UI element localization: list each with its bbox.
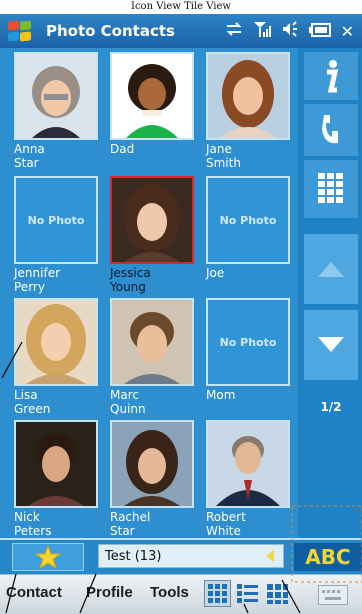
title-bar: Photo Contacts ✕ xyxy=(0,14,362,48)
contact-name: Jane Smith xyxy=(206,142,241,170)
battery-icon[interactable] xyxy=(308,22,331,41)
contact-name: Joe xyxy=(206,266,225,280)
contact-name: Dad xyxy=(110,142,135,156)
phone-icon xyxy=(322,115,338,144)
call-button[interactable] xyxy=(304,104,358,156)
info-icon xyxy=(327,60,339,93)
close-button[interactable]: ✕ xyxy=(341,22,354,41)
no-photo-placeholder[interactable]: No Photo xyxy=(14,176,98,264)
contact-tile[interactable]: No Photo Joe xyxy=(206,176,292,280)
contact-tile[interactable]: No Photo Jennifer Perry xyxy=(14,176,100,294)
speaker-icon[interactable] xyxy=(281,21,299,41)
dialpad-icon xyxy=(318,173,343,203)
contact-photo[interactable] xyxy=(110,176,194,264)
contact-tile[interactable]: Jane Smith xyxy=(206,52,292,170)
contact-tile[interactable]: Anna Star xyxy=(14,52,100,170)
arrow-up-icon xyxy=(318,262,344,277)
contact-name: Anna Star xyxy=(14,142,45,170)
contact-tile[interactable]: Dad xyxy=(110,52,196,156)
contact-photo[interactable] xyxy=(110,52,194,140)
contact-photo[interactable] xyxy=(14,52,98,140)
view-caption: Icon View Tile View xyxy=(0,0,362,14)
dialpad-button[interactable] xyxy=(304,160,358,218)
info-button[interactable] xyxy=(304,52,358,100)
signal-icon[interactable] xyxy=(253,20,271,42)
annotation-lines xyxy=(1,341,362,613)
contact-photo[interactable] xyxy=(206,52,290,140)
page-up-button[interactable] xyxy=(304,234,358,304)
no-photo-placeholder[interactable]: No Photo xyxy=(206,176,290,264)
status-icons: ✕ xyxy=(225,20,354,42)
app-title: Photo Contacts xyxy=(46,22,175,40)
contact-name: Jennifer Perry xyxy=(14,266,61,294)
sync-arrows-icon[interactable] xyxy=(225,21,243,41)
windows-start-icon[interactable] xyxy=(8,20,34,42)
contact-tile-selected[interactable]: Jessica Young xyxy=(110,176,196,294)
contact-name: Jessica Young xyxy=(110,266,151,294)
